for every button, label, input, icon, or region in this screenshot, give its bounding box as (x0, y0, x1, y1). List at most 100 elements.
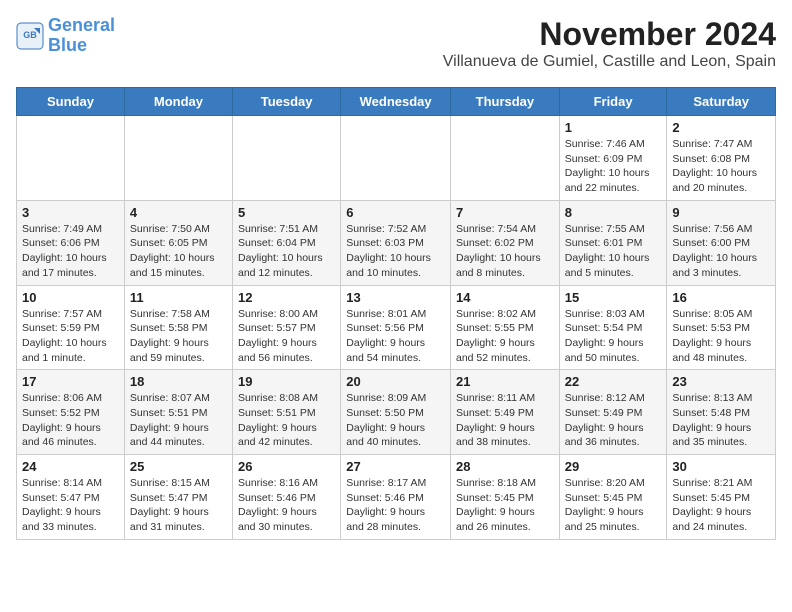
day-info: Sunrise: 8:05 AMSunset: 5:53 PMDaylight:… (672, 307, 770, 366)
day-cell: 22 Sunrise: 8:12 AMSunset: 5:49 PMDayligh… (559, 370, 667, 455)
day-number: 5 (238, 205, 335, 220)
day-cell: 7 Sunrise: 7:54 AMSunset: 6:02 PMDaylight… (451, 200, 560, 285)
day-number: 28 (456, 459, 554, 474)
logo: GB General Blue (16, 16, 115, 56)
day-info: Sunrise: 8:08 AMSunset: 5:51 PMDaylight:… (238, 391, 335, 450)
day-cell: 12Sunrise: 8:00 AMSunset: 5:57 PMDayligh… (233, 285, 341, 370)
day-number: 30 (672, 459, 770, 474)
day-cell: 20 Sunrise: 8:09 AMSunset: 5:50 PMDayligh… (341, 370, 451, 455)
day-number: 27 (346, 459, 445, 474)
day-cell: 6 Sunrise: 7:52 AMSunset: 6:03 PMDaylight… (341, 200, 451, 285)
day-number: 18 (130, 374, 227, 389)
day-number: 16 (672, 290, 770, 305)
day-number: 20 (346, 374, 445, 389)
day-info: Sunrise: 7:55 AMSunset: 6:01 PMDaylight:… (565, 222, 662, 281)
day-cell: 11Sunrise: 7:58 AMSunset: 5:58 PMDayligh… (124, 285, 232, 370)
weekday-sunday: Sunday (17, 88, 125, 116)
day-info: Sunrise: 7:57 AMSunset: 5:59 PMDaylight:… (22, 307, 119, 366)
day-number: 3 (22, 205, 119, 220)
day-cell: 28 Sunrise: 8:18 AMSunset: 5:45 PMDayligh… (451, 455, 560, 540)
day-info: Sunrise: 8:06 AMSunset: 5:52 PMDaylight:… (22, 391, 119, 450)
day-number: 14 (456, 290, 554, 305)
week-row-5: 24 Sunrise: 8:14 AMSunset: 5:47 PMDayligh… (17, 455, 776, 540)
weekday-tuesday: Tuesday (233, 88, 341, 116)
day-info: Sunrise: 8:17 AMSunset: 5:46 PMDaylight:… (346, 476, 445, 535)
weekday-friday: Friday (559, 88, 667, 116)
day-info: Sunrise: 7:47 AMSunset: 6:08 PMDaylight:… (672, 137, 770, 196)
day-number: 6 (346, 205, 445, 220)
day-number: 23 (672, 374, 770, 389)
day-info: Sunrise: 8:13 AMSunset: 5:48 PMDaylight:… (672, 391, 770, 450)
day-info: Sunrise: 8:21 AMSunset: 5:45 PMDaylight:… (672, 476, 770, 535)
day-cell: 23 Sunrise: 8:13 AMSunset: 5:48 PMDayligh… (667, 370, 776, 455)
day-cell: 5 Sunrise: 7:51 AMSunset: 6:04 PMDaylight… (233, 200, 341, 285)
day-number: 19 (238, 374, 335, 389)
day-number: 24 (22, 459, 119, 474)
day-cell (17, 116, 125, 201)
day-info: Sunrise: 8:11 AMSunset: 5:49 PMDaylight:… (456, 391, 554, 450)
day-number: 15 (565, 290, 662, 305)
day-cell: 30 Sunrise: 8:21 AMSunset: 5:45 PMDayligh… (667, 455, 776, 540)
day-number: 26 (238, 459, 335, 474)
day-info: Sunrise: 8:20 AMSunset: 5:45 PMDaylight:… (565, 476, 662, 535)
day-number: 7 (456, 205, 554, 220)
day-number: 4 (130, 205, 227, 220)
logo-icon: GB (16, 22, 44, 50)
day-info: Sunrise: 8:01 AMSunset: 5:56 PMDaylight:… (346, 307, 445, 366)
day-cell: 2 Sunrise: 7:47 AMSunset: 6:08 PMDaylight… (667, 116, 776, 201)
logo-line1: General (48, 15, 115, 35)
day-number: 21 (456, 374, 554, 389)
week-row-1: 1 Sunrise: 7:46 AMSunset: 6:09 PMDaylight… (17, 116, 776, 201)
day-info: Sunrise: 8:18 AMSunset: 5:45 PMDaylight:… (456, 476, 554, 535)
weekday-header: SundayMondayTuesdayWednesdayThursdayFrid… (17, 88, 776, 116)
week-row-2: 3 Sunrise: 7:49 AMSunset: 6:06 PMDaylight… (17, 200, 776, 285)
svg-text:GB: GB (23, 30, 37, 40)
day-info: Sunrise: 8:03 AMSunset: 5:54 PMDaylight:… (565, 307, 662, 366)
day-cell: 29 Sunrise: 8:20 AMSunset: 5:45 PMDayligh… (559, 455, 667, 540)
day-cell (451, 116, 560, 201)
day-number: 17 (22, 374, 119, 389)
day-number: 13 (346, 290, 445, 305)
weekday-saturday: Saturday (667, 88, 776, 116)
day-cell: 19 Sunrise: 8:08 AMSunset: 5:51 PMDayligh… (233, 370, 341, 455)
day-info: Sunrise: 7:54 AMSunset: 6:02 PMDaylight:… (456, 222, 554, 281)
day-info: Sunrise: 8:02 AMSunset: 5:55 PMDaylight:… (456, 307, 554, 366)
day-info: Sunrise: 7:58 AMSunset: 5:58 PMDaylight:… (130, 307, 227, 366)
day-info: Sunrise: 8:12 AMSunset: 5:49 PMDaylight:… (565, 391, 662, 450)
day-number: 22 (565, 374, 662, 389)
day-info: Sunrise: 8:14 AMSunset: 5:47 PMDaylight:… (22, 476, 119, 535)
day-cell: 17 Sunrise: 8:06 AMSunset: 5:52 PMDayligh… (17, 370, 125, 455)
day-info: Sunrise: 7:50 AMSunset: 6:05 PMDaylight:… (130, 222, 227, 281)
day-info: Sunrise: 7:52 AMSunset: 6:03 PMDaylight:… (346, 222, 445, 281)
day-cell: 18Sunrise: 8:07 AMSunset: 5:51 PMDayligh… (124, 370, 232, 455)
day-info: Sunrise: 7:49 AMSunset: 6:06 PMDaylight:… (22, 222, 119, 281)
day-number: 8 (565, 205, 662, 220)
logo-line2: Blue (48, 35, 87, 55)
day-number: 9 (672, 205, 770, 220)
day-info: Sunrise: 7:51 AMSunset: 6:04 PMDaylight:… (238, 222, 335, 281)
weekday-thursday: Thursday (451, 88, 560, 116)
weekday-monday: Monday (124, 88, 232, 116)
day-cell: 4 Sunrise: 7:50 AMSunset: 6:05 PMDaylight… (124, 200, 232, 285)
weekday-wednesday: Wednesday (341, 88, 451, 116)
day-cell: 24 Sunrise: 8:14 AMSunset: 5:47 PMDayligh… (17, 455, 125, 540)
day-number: 29 (565, 459, 662, 474)
day-cell (341, 116, 451, 201)
day-cell: 26Sunrise: 8:16 AMSunset: 5:46 PMDayligh… (233, 455, 341, 540)
day-number: 2 (672, 120, 770, 135)
day-cell (233, 116, 341, 201)
day-cell: 21 Sunrise: 8:11 AMSunset: 5:49 PMDayligh… (451, 370, 560, 455)
day-cell: 25Sunrise: 8:15 AMSunset: 5:47 PMDayligh… (124, 455, 232, 540)
day-cell: 9Sunrise: 7:56 AMSunset: 6:00 PMDaylight… (667, 200, 776, 285)
day-number: 10 (22, 290, 119, 305)
day-info: Sunrise: 7:46 AMSunset: 6:09 PMDaylight:… (565, 137, 662, 196)
day-number: 1 (565, 120, 662, 135)
calendar-table: SundayMondayTuesdayWednesdayThursdayFrid… (16, 87, 776, 540)
subtitle: Villanueva de Gumiel, Castille and Leon,… (443, 53, 776, 71)
day-cell: 1 Sunrise: 7:46 AMSunset: 6:09 PMDaylight… (559, 116, 667, 201)
day-cell (124, 116, 232, 201)
day-cell: 3 Sunrise: 7:49 AMSunset: 6:06 PMDaylight… (17, 200, 125, 285)
logo-text: General Blue (48, 16, 115, 56)
day-info: Sunrise: 8:09 AMSunset: 5:50 PMDaylight:… (346, 391, 445, 450)
day-cell: 15 Sunrise: 8:03 AMSunset: 5:54 PMDayligh… (559, 285, 667, 370)
